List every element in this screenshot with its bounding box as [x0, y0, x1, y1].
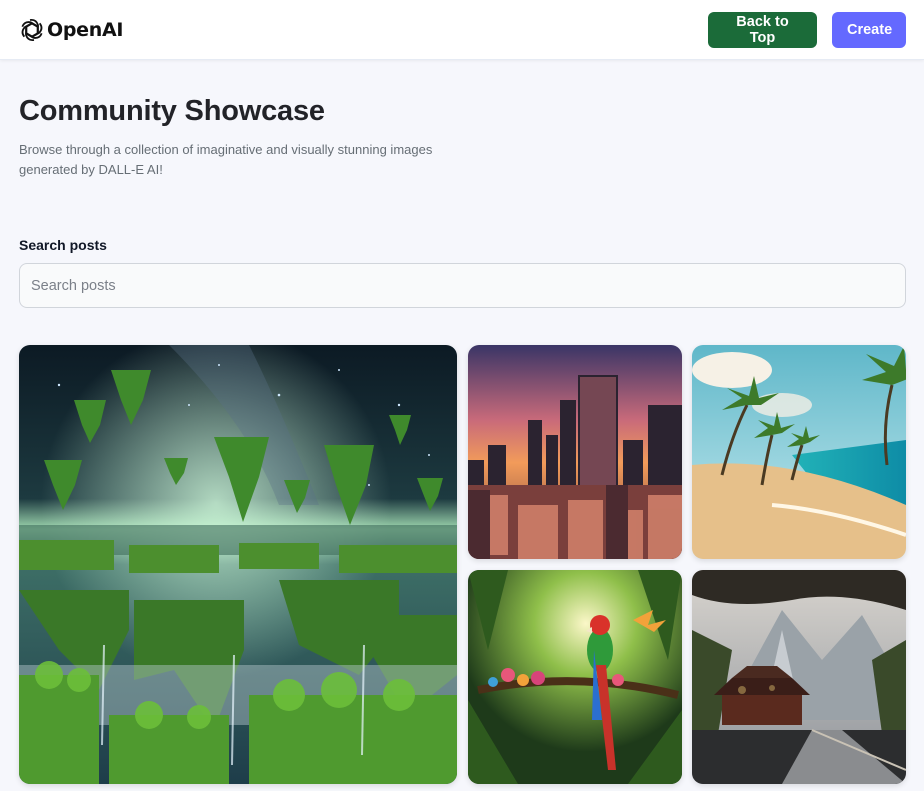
create-button[interactable]: Create [832, 11, 906, 48]
back-to-top-button[interactable]: Back to Top [708, 11, 817, 48]
search-label: Search posts [19, 237, 107, 253]
page-subtitle: Browse through a collection of imaginati… [19, 142, 433, 177]
sunset-city-image [468, 345, 682, 559]
page-title: Community Showcase [19, 95, 325, 127]
post-card-floating-islands[interactable] [19, 345, 457, 784]
openai-logo[interactable]: OpenAI [19, 17, 123, 43]
post-card-sunset-city[interactable] [468, 345, 682, 559]
post-card-parrot-jungle[interactable] [468, 570, 682, 784]
search-input[interactable] [19, 263, 906, 308]
openai-logo-icon [21, 18, 43, 41]
main-section: Community Showcase Browse through a coll… [19, 60, 906, 308]
post-card-tropical-beach[interactable] [692, 345, 906, 559]
post-card-pagoda-lake[interactable] [692, 570, 906, 784]
parrot-jungle-image [468, 570, 682, 784]
header-actions: Back to Top Create [708, 11, 906, 48]
top-navbar: OpenAI Back to Top Create [0, 0, 924, 60]
floating-islands-image [19, 345, 457, 784]
logo-text: OpenAI [47, 18, 124, 41]
pagoda-lake-image [692, 570, 906, 784]
showcase-gallery [19, 345, 906, 784]
tropical-beach-image [692, 345, 906, 559]
